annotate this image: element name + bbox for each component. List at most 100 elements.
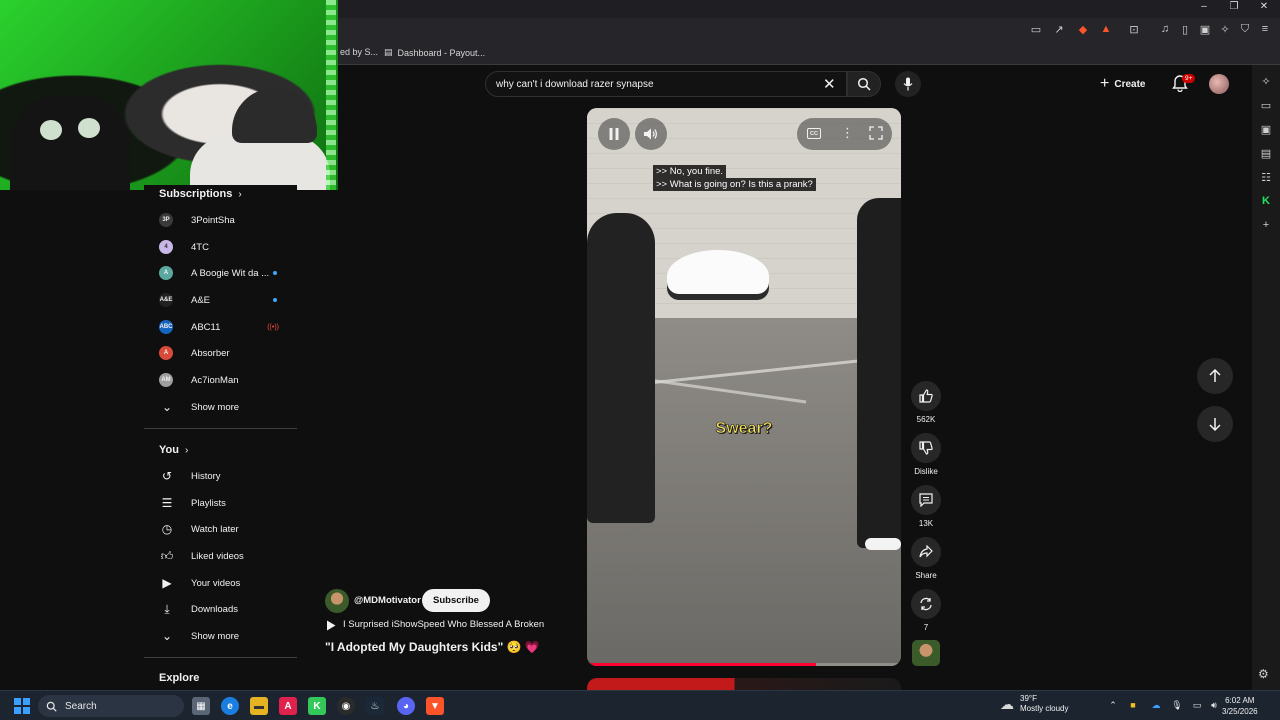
gear-icon[interactable]: ⚙	[1258, 667, 1269, 681]
clear-search-icon[interactable]: ✕	[823, 75, 836, 93]
vpn-icon[interactable]: ⛉	[1238, 22, 1252, 36]
discord-icon[interactable]: ◕	[397, 697, 415, 715]
subscriptions-header[interactable]: Subscriptions ›	[159, 188, 242, 200]
channel-avatar: 4	[159, 240, 173, 254]
edge-icon[interactable]: e	[221, 697, 239, 715]
taskbar-search[interactable]: Search	[38, 695, 184, 717]
sidebar-item-3pointsha[interactable]: 3P 3PointSha	[159, 209, 297, 231]
wallet-sidebar-icon[interactable]: ▣	[1259, 122, 1273, 136]
weather-widget[interactable]: ☁ 39°F Mostly cloudy	[1000, 694, 1068, 714]
dislike-button[interactable]: Dislike	[910, 433, 942, 476]
sidebar-item-abc11[interactable]: ABC ABC11 ((•))	[159, 316, 297, 338]
channel-avatar: AM	[159, 373, 173, 387]
reading-list-icon[interactable]: ☷	[1259, 170, 1273, 184]
video-title[interactable]: "I Adopted My Daughters Kids" 🥺 💗	[325, 640, 540, 654]
share-page-icon[interactable]: ↗	[1052, 22, 1066, 36]
new-content-dot	[273, 271, 277, 275]
media-icon[interactable]: ♫	[1158, 22, 1172, 36]
brave-shield-icon[interactable]: ◆	[1076, 22, 1090, 36]
channel-handle[interactable]: @MDMotivator	[354, 595, 421, 606]
kick-sidebar-icon[interactable]: K	[1259, 194, 1273, 208]
sidebar-item-watch-later[interactable]: ◷ Watch later	[159, 518, 297, 540]
share-label: Share	[915, 571, 937, 580]
channel-avatar: A&E	[159, 293, 173, 307]
more-options-icon[interactable]: ⋮	[841, 125, 854, 141]
close-window-button[interactable]: ✕	[1256, 1, 1272, 12]
file-explorer-icon[interactable]: ▬	[250, 697, 268, 715]
fullscreen-icon[interactable]	[869, 126, 883, 145]
bookmark-item[interactable]: ▤ Dashboard - Payout...	[384, 47, 485, 58]
you-title: You	[159, 444, 179, 456]
sidebar-item-playlists[interactable]: ☰ Playlists	[159, 492, 297, 514]
install-app-icon[interactable]: ▭	[1029, 22, 1043, 36]
sidebar-toggle-icon[interactable]: ▯	[1178, 22, 1192, 36]
steam-icon[interactable]: ♨	[366, 697, 384, 715]
sidebar-item-liked-videos[interactable]: 👍︎ Liked videos	[159, 545, 297, 567]
sidebar-divider	[144, 428, 297, 429]
remix-button[interactable]: 7	[910, 589, 942, 632]
brave-rewards-icon[interactable]: ▲	[1099, 22, 1113, 36]
subscribe-button[interactable]: Subscribe	[422, 589, 490, 612]
create-button[interactable]: + Create	[1100, 73, 1145, 95]
app-a-icon[interactable]: A	[279, 697, 297, 715]
restore-button[interactable]: ❐	[1226, 1, 1242, 12]
like-button[interactable]: 562K	[910, 381, 942, 424]
voice-search-button[interactable]	[895, 71, 921, 97]
sidebar-item-a-boogie[interactable]: A A Boogie Wit da ...	[159, 262, 297, 284]
bookmark-item[interactable]: ed by S...	[340, 47, 378, 57]
sidebar-item-downloads[interactable]: ⤓ Downloads	[159, 598, 297, 620]
minimize-button[interactable]: –	[1196, 1, 1212, 12]
microphone-tray-icon[interactable]: 🎙︎	[1171, 699, 1183, 711]
video-subtitle[interactable]: I Surprised iShowSpeed Who Blessed A Bro…	[343, 619, 544, 630]
chevron-down-icon: ⌄	[161, 400, 173, 414]
share-button[interactable]: Share	[910, 537, 942, 580]
sidebar-item-absorber[interactable]: A Absorber	[159, 342, 297, 364]
you-header[interactable]: You ›	[159, 444, 188, 456]
brave-browser-icon[interactable]: ▼	[426, 697, 444, 715]
next-short-preview[interactable]	[587, 678, 901, 690]
search-input[interactable]: why can't i download razer synapse	[485, 71, 847, 97]
wallet-icon[interactable]: ▣	[1198, 22, 1212, 36]
task-view-icon[interactable]: ▦	[192, 697, 210, 715]
volume-icon	[644, 128, 658, 140]
pause-button[interactable]	[598, 118, 630, 150]
cloudy-weather-icon: ☁	[1000, 696, 1014, 712]
comments-button[interactable]: 13K	[910, 485, 942, 528]
sidebar-item-ae[interactable]: A&E A&E	[159, 289, 297, 311]
search-button[interactable]	[847, 71, 881, 97]
account-avatar[interactable]	[1209, 74, 1229, 94]
next-short-button[interactable]	[1197, 406, 1233, 442]
tray-overflow-icon[interactable]: ⌃	[1107, 699, 1119, 711]
you-show-more[interactable]: ⌄ Show more	[159, 625, 297, 647]
bookmarks-sidebar-icon[interactable]: ▤	[1259, 146, 1273, 160]
clock-time: 6:02 AM	[1225, 696, 1255, 705]
kick-app-icon[interactable]: K	[308, 697, 326, 715]
system-clock[interactable]: 6:02 AM 3/25/2026	[1222, 695, 1258, 717]
sidebar-item-4tc[interactable]: 4 4TC	[159, 236, 297, 258]
windows-start-button[interactable]	[14, 698, 30, 714]
network-icon[interactable]: ▭	[1191, 699, 1203, 711]
tray-cloud-icon[interactable]: ☁	[1150, 699, 1162, 711]
add-sidebar-item-icon[interactable]: +	[1259, 218, 1273, 232]
sidebar-item-ac7ionman[interactable]: AM Ac7ionMan	[159, 369, 297, 391]
obs-icon[interactable]: ◉	[337, 697, 355, 715]
sidebar-item-your-videos[interactable]: ▶︎ Your videos	[159, 572, 297, 594]
tray-app-icon[interactable]: ■	[1127, 699, 1139, 711]
media-sidebar-icon[interactable]: ▭	[1259, 98, 1273, 112]
subscriptions-show-more[interactable]: ⌄ Show more	[159, 396, 297, 418]
channel-avatar[interactable]	[325, 589, 349, 613]
your-videos-icon: ▶︎	[162, 576, 172, 590]
leo-ai-icon[interactable]: ✧	[1218, 22, 1232, 36]
speaker-icon[interactable]: 🔊︎	[1208, 699, 1220, 711]
previous-short-button[interactable]	[1197, 358, 1233, 394]
screenshot-icon[interactable]: ⊡	[1127, 22, 1141, 36]
leo-sidebar-icon[interactable]: ✧	[1259, 74, 1273, 88]
sidebar-item-label: Show more	[191, 630, 240, 642]
volume-button[interactable]	[635, 118, 667, 150]
video-progress-bar[interactable]	[587, 663, 901, 666]
captions-icon[interactable]: CC	[807, 128, 821, 139]
sidebar-item-history[interactable]: ↺ History	[159, 465, 297, 487]
menu-icon[interactable]: ≡	[1258, 22, 1272, 36]
shorts-video-player[interactable]: CC ⋮ >> No, you fine. >> What is going o…	[587, 108, 901, 666]
channel-thumbnail[interactable]	[912, 640, 940, 666]
